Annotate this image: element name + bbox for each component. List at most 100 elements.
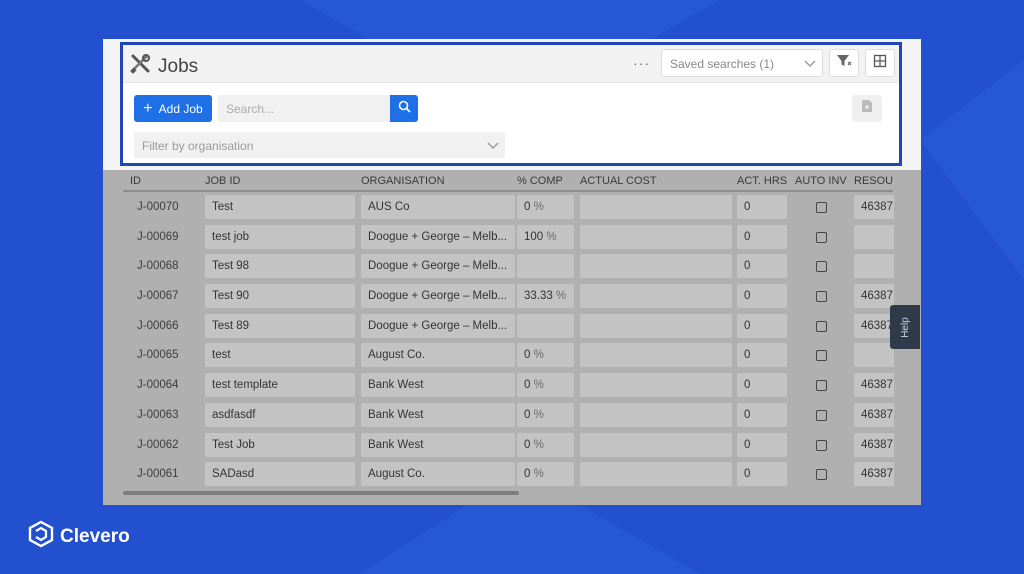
table-row[interactable]: J-00061 SADasd August Co. 0 % 0 46387 [123, 459, 894, 489]
help-tab[interactable]: Help [890, 305, 920, 349]
organisation-cell[interactable]: August Co. [361, 343, 515, 368]
add-job-button[interactable]: + Add Job [134, 95, 212, 122]
saved-searches-dropdown[interactable]: Saved searches (1) [661, 49, 823, 77]
percent-complete-cell[interactable]: 100 % [517, 224, 574, 249]
actual-hours-cell[interactable]: 0 [737, 343, 787, 368]
auto-invoice-checkbox[interactable] [816, 409, 827, 421]
percent-complete-cell[interactable]: 33.33 % [517, 284, 574, 309]
table-row[interactable]: J-00070 Test AUS Co 0 % 0 46387 [123, 192, 894, 222]
filter-button[interactable] [829, 49, 859, 77]
column-header-resource[interactable]: RESOU [854, 175, 893, 187]
actual-cost-cell[interactable] [580, 224, 732, 249]
resource-cell[interactable] [854, 224, 894, 249]
table-row[interactable]: J-00069 test job Doogue + George – Melb...… [123, 222, 894, 252]
actual-hours-cell[interactable]: 0 [737, 195, 787, 219]
actual-hours-cell[interactable]: 0 [737, 313, 787, 338]
actual-hours-cell[interactable]: 0 [737, 402, 787, 427]
auto-invoice-checkbox[interactable] [816, 320, 827, 332]
job-name-cell[interactable]: Test 98 [205, 254, 355, 279]
resource-cell[interactable] [854, 343, 894, 368]
table-row[interactable]: J-00066 Test 89 Doogue + George – Melb... 0… [123, 311, 894, 341]
actual-cost-cell[interactable] [580, 313, 732, 338]
job-name-cell[interactable]: test template [205, 373, 355, 398]
job-name-cell[interactable]: Test 90 [205, 284, 355, 309]
column-header-organisation[interactable]: ORGANISATION [361, 175, 445, 187]
actual-cost-cell[interactable] [580, 195, 732, 219]
resource-cell[interactable]: 46387 [854, 284, 894, 309]
job-name-cell[interactable]: test [205, 343, 355, 368]
resource-cell[interactable]: 46387 [854, 313, 894, 338]
actual-cost-cell[interactable] [580, 402, 732, 427]
organisation-cell[interactable]: Doogue + George – Melb... [361, 254, 515, 279]
percent-complete-cell[interactable]: 0 % [517, 432, 574, 457]
organisation-cell[interactable]: Bank West [361, 432, 515, 457]
horizontal-scrollbar[interactable] [123, 491, 519, 495]
actual-cost-cell[interactable] [580, 343, 732, 368]
columns-button[interactable] [865, 49, 895, 77]
resource-cell[interactable]: 46387 [854, 402, 894, 427]
actual-cost-cell[interactable] [580, 254, 732, 279]
percent-complete-cell[interactable]: 0 % [517, 195, 574, 219]
resource-cell[interactable]: 46387 [854, 195, 894, 219]
auto-invoice-checkbox[interactable] [816, 380, 827, 392]
organisation-cell[interactable]: Doogue + George – Melb... [361, 313, 515, 338]
job-name-cell[interactable]: Test [205, 195, 355, 219]
more-options-button[interactable]: ··· [633, 55, 650, 71]
actual-hours-cell[interactable]: 0 [737, 432, 787, 457]
actual-hours-cell[interactable]: 0 [737, 373, 787, 398]
search-button[interactable] [390, 95, 418, 122]
table-row[interactable]: J-00064 test template Bank West 0 % 0 46387 [123, 370, 894, 400]
actual-cost-cell[interactable] [580, 284, 732, 309]
auto-invoice-checkbox[interactable] [816, 439, 827, 451]
column-header-job-id[interactable]: JOB ID [205, 175, 240, 187]
column-header-actual-cost[interactable]: ACTUAL COST [580, 175, 657, 187]
job-name-cell[interactable]: Test Job [205, 432, 355, 457]
table-row[interactable]: J-00063 asdfasdf Bank West 0 % 0 46387 [123, 400, 894, 430]
resource-cell[interactable] [854, 254, 894, 279]
column-header-act-hrs[interactable]: ACT. HRS [737, 175, 787, 187]
percent-complete-cell[interactable]: 0 % [517, 402, 574, 427]
job-name-cell[interactable]: test job [205, 224, 355, 249]
organisation-cell[interactable]: Bank West [361, 402, 515, 427]
organisation-filter[interactable]: Filter by organisation [134, 132, 505, 158]
organisation-cell[interactable]: Bank West [361, 373, 515, 398]
resource-cell[interactable]: 46387 [854, 462, 894, 487]
auto-invoice-checkbox[interactable] [816, 261, 827, 273]
actual-hours-cell[interactable]: 0 [737, 254, 787, 279]
search-input[interactable] [218, 95, 390, 122]
job-name-cell[interactable]: Test 89 [205, 313, 355, 338]
table-row[interactable]: J-00067 Test 90 Doogue + George – Melb... 3… [123, 281, 894, 311]
percent-complete-cell[interactable] [517, 254, 574, 279]
job-name-cell[interactable]: SADasd [205, 462, 355, 487]
percent-complete-cell[interactable] [517, 313, 574, 338]
organisation-cell[interactable]: AUS Co [361, 195, 515, 219]
actual-hours-cell[interactable]: 0 [737, 224, 787, 249]
auto-invoice-checkbox[interactable] [816, 469, 827, 481]
actual-hours-cell[interactable]: 0 [737, 284, 787, 309]
table-row[interactable]: J-00068 Test 98 Doogue + George – Melb... 0 [123, 251, 894, 281]
column-header-id[interactable]: ID [130, 175, 141, 187]
job-number: J-00063 [137, 408, 179, 421]
actual-cost-cell[interactable] [580, 432, 732, 457]
actual-cost-cell[interactable] [580, 462, 732, 487]
actual-cost-cell[interactable] [580, 373, 732, 398]
auto-invoice-checkbox[interactable] [816, 291, 827, 303]
export-button[interactable] [852, 95, 882, 122]
organisation-cell[interactable]: Doogue + George – Melb... [361, 284, 515, 309]
organisation-cell[interactable]: August Co. [361, 462, 515, 487]
auto-invoice-checkbox[interactable] [816, 350, 827, 362]
resource-cell[interactable]: 46387 [854, 373, 894, 398]
column-header-comp[interactable]: % COMP [517, 175, 563, 187]
organisation-cell[interactable]: Doogue + George – Melb... [361, 224, 515, 249]
job-name-cell[interactable]: asdfasdf [205, 402, 355, 427]
percent-complete-cell[interactable]: 0 % [517, 373, 574, 398]
actual-hours-cell[interactable]: 0 [737, 462, 787, 487]
column-header-auto-inv[interactable]: AUTO INV [795, 175, 847, 187]
resource-cell[interactable]: 46387 [854, 432, 894, 457]
auto-invoice-checkbox[interactable] [816, 202, 827, 213]
percent-complete-cell[interactable]: 0 % [517, 462, 574, 487]
percent-complete-cell[interactable]: 0 % [517, 343, 574, 368]
table-row[interactable]: J-00065 test August Co. 0 % 0 [123, 340, 894, 370]
auto-invoice-checkbox[interactable] [816, 231, 827, 243]
table-row[interactable]: J-00062 Test Job Bank West 0 % 0 46387 [123, 430, 894, 460]
